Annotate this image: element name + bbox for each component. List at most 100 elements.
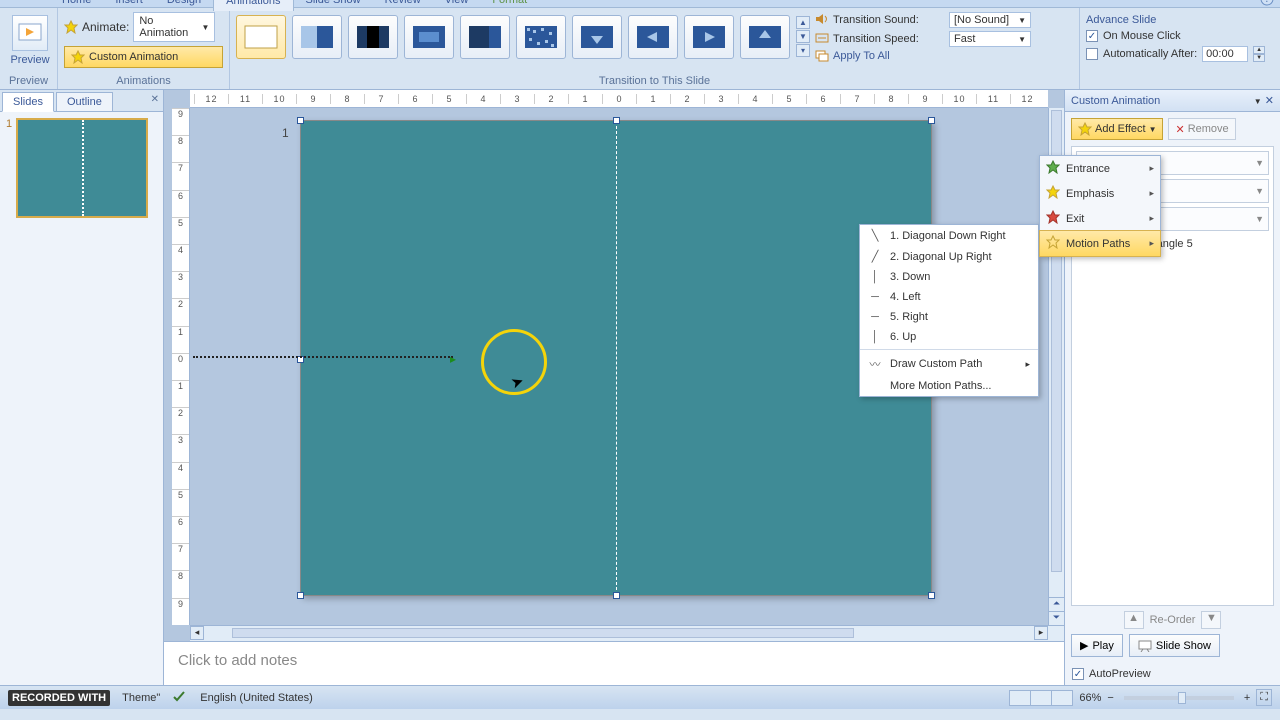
resize-handle-s[interactable] [613,592,620,599]
status-bar: RECORDED WITH Theme" English (United Sta… [0,685,1280,709]
resize-handle-se[interactable] [928,592,935,599]
slides-panel: Slides Outline ✕ 1 [0,90,164,685]
path-left[interactable]: ─4. Left [860,287,1038,307]
anim-pane-title: Custom Animation [1071,95,1160,107]
fit-window-button[interactable]: ⛶ [1256,689,1272,706]
close-panel-icon[interactable]: ✕ [151,94,159,105]
tab-review[interactable]: Review [373,0,433,11]
transition-wipe-up[interactable] [740,15,790,59]
horizontal-scrollbar[interactable]: ◂▸ [190,625,1064,641]
effect-emphasis[interactable]: Emphasis▸ [1040,181,1160,206]
trans-speed-label: Transition Speed: [833,33,945,45]
path-diag-up-right[interactable]: ╱2. Diagonal Up Right [860,246,1038,267]
slide-canvas[interactable]: ➤ [300,120,932,596]
path-down[interactable]: │3. Down [860,267,1038,287]
trans-sound-dropdown[interactable]: [No Sound]▼ [949,12,1031,28]
remove-effect-button[interactable]: ✕Remove [1168,118,1235,140]
motion-paths-submenu: ╲1. Diagonal Down Right ╱2. Diagonal Up … [859,224,1039,397]
zoom-in-button[interactable]: + [1244,692,1250,704]
pane-close-icon[interactable]: ✕ [1265,95,1274,107]
on-click-label: On Mouse Click [1103,30,1181,42]
path-diag-down-right[interactable]: ╲1. Diagonal Down Right [860,225,1038,246]
zoom-level[interactable]: 66% [1079,692,1101,704]
tab-format[interactable]: Format [480,0,539,11]
transition-gallery[interactable]: ▲▼▾ [236,15,810,59]
preview-group-label: Preview [6,73,51,89]
reorder-label: Re-Order [1150,614,1196,626]
ribbon-tabs: Home Insert Design Animations Slide Show… [0,0,1280,8]
transition-c[interactable] [460,15,510,59]
transition-fade[interactable] [292,15,342,59]
sound-speaker-icon [815,13,829,28]
autopreview-checkbox[interactable]: ✓ [1072,668,1084,680]
ribbon: Preview Preview Animate: No Animation▼ C… [0,8,1280,90]
animations-group-label: Animations [64,73,223,89]
custom-animation-button[interactable]: Custom Animation [64,46,223,68]
add-effect-menu: Entrance▸ Emphasis▸ Exit▸ Motion Paths▸ [1039,155,1161,257]
animate-star-icon [64,20,78,34]
reorder-up-button[interactable]: ▲ [1124,611,1144,629]
tab-slideshow[interactable]: Slide Show [294,0,373,11]
auto-after-time[interactable]: 00:00 [1202,46,1248,62]
view-slideshow[interactable] [1051,690,1073,706]
notes-pane[interactable]: Click to add notes [164,641,1064,685]
view-sorter[interactable] [1030,690,1052,706]
pane-menu-icon[interactable]: ▼ [1254,97,1262,106]
transition-dissolve[interactable] [516,15,566,59]
animate-dropdown[interactable]: No Animation▼ [133,12,215,42]
effect-exit[interactable]: Exit▸ [1040,206,1160,231]
zoom-out-button[interactable]: − [1107,692,1113,704]
gallery-scroller[interactable]: ▲▼▾ [796,16,810,58]
auto-after-label: Automatically After: [1103,48,1197,60]
effect-motion-paths[interactable]: Motion Paths▸ [1039,230,1161,257]
resize-handle-nw[interactable] [297,117,304,124]
motion-path-endpoint-icon: ▸ [450,352,456,366]
more-motion-paths[interactable]: More Motion Paths... [860,376,1038,396]
animate-label: Animate: [82,20,129,34]
apply-to-all-button[interactable]: Apply To All [815,50,1031,62]
transition-wipe-down[interactable] [572,15,622,59]
resize-handle-ne[interactable] [928,117,935,124]
play-button[interactable]: ▶Play [1071,634,1123,657]
path-up[interactable]: │6. Up [860,327,1038,347]
path-right[interactable]: ─5. Right [860,307,1038,327]
tab-insert[interactable]: Insert [103,0,155,11]
time-spinner[interactable]: ▲▼ [1253,46,1265,62]
preview-button[interactable] [12,15,48,51]
transition-wipe-left[interactable] [628,15,678,59]
motion-path-dotted [193,356,453,358]
language-label[interactable]: English (United States) [200,692,313,704]
draw-custom-path[interactable]: 〰Draw Custom Path▸ [860,352,1038,376]
next-slide-nav[interactable]: ⏷ [1049,611,1064,625]
slideshow-button[interactable]: Slide Show [1129,634,1220,657]
on-click-checkbox[interactable]: ✓ [1086,30,1098,42]
thumb-number: 1 [6,118,12,218]
slide-thumbnail[interactable] [16,118,148,218]
tab-slides[interactable]: Slides [2,92,54,112]
tab-design[interactable]: Design [155,0,213,11]
tab-view[interactable]: View [433,0,481,11]
transition-wipe-right[interactable] [684,15,734,59]
effect-entrance[interactable]: Entrance▸ [1040,156,1160,181]
trans-speed-dropdown[interactable]: Fast▼ [949,31,1031,47]
advance-slide-header: Advance Slide [1086,14,1274,26]
prev-slide-nav[interactable]: ⏶ [1049,597,1064,611]
vertical-guide [616,121,617,595]
resize-handle-n[interactable] [613,117,620,124]
transition-none[interactable] [236,15,286,59]
add-effect-button[interactable]: Add Effect▼ [1071,118,1163,140]
tab-outline[interactable]: Outline [56,92,113,111]
transition-a[interactable] [348,15,398,59]
zoom-slider[interactable] [1124,696,1234,700]
auto-after-checkbox[interactable] [1086,48,1098,60]
view-normal[interactable] [1009,690,1031,706]
vertical-ruler: 9876543210123456789 [172,108,190,625]
speed-icon [815,32,829,47]
tab-home[interactable]: Home [50,0,103,11]
spellcheck-icon[interactable] [172,689,188,706]
help-icon[interactable]: ? [1260,0,1274,6]
transition-b[interactable] [404,15,454,59]
tab-animations[interactable]: Animations [213,0,293,11]
resize-handle-sw[interactable] [297,592,304,599]
reorder-down-button[interactable]: ▼ [1201,611,1221,629]
